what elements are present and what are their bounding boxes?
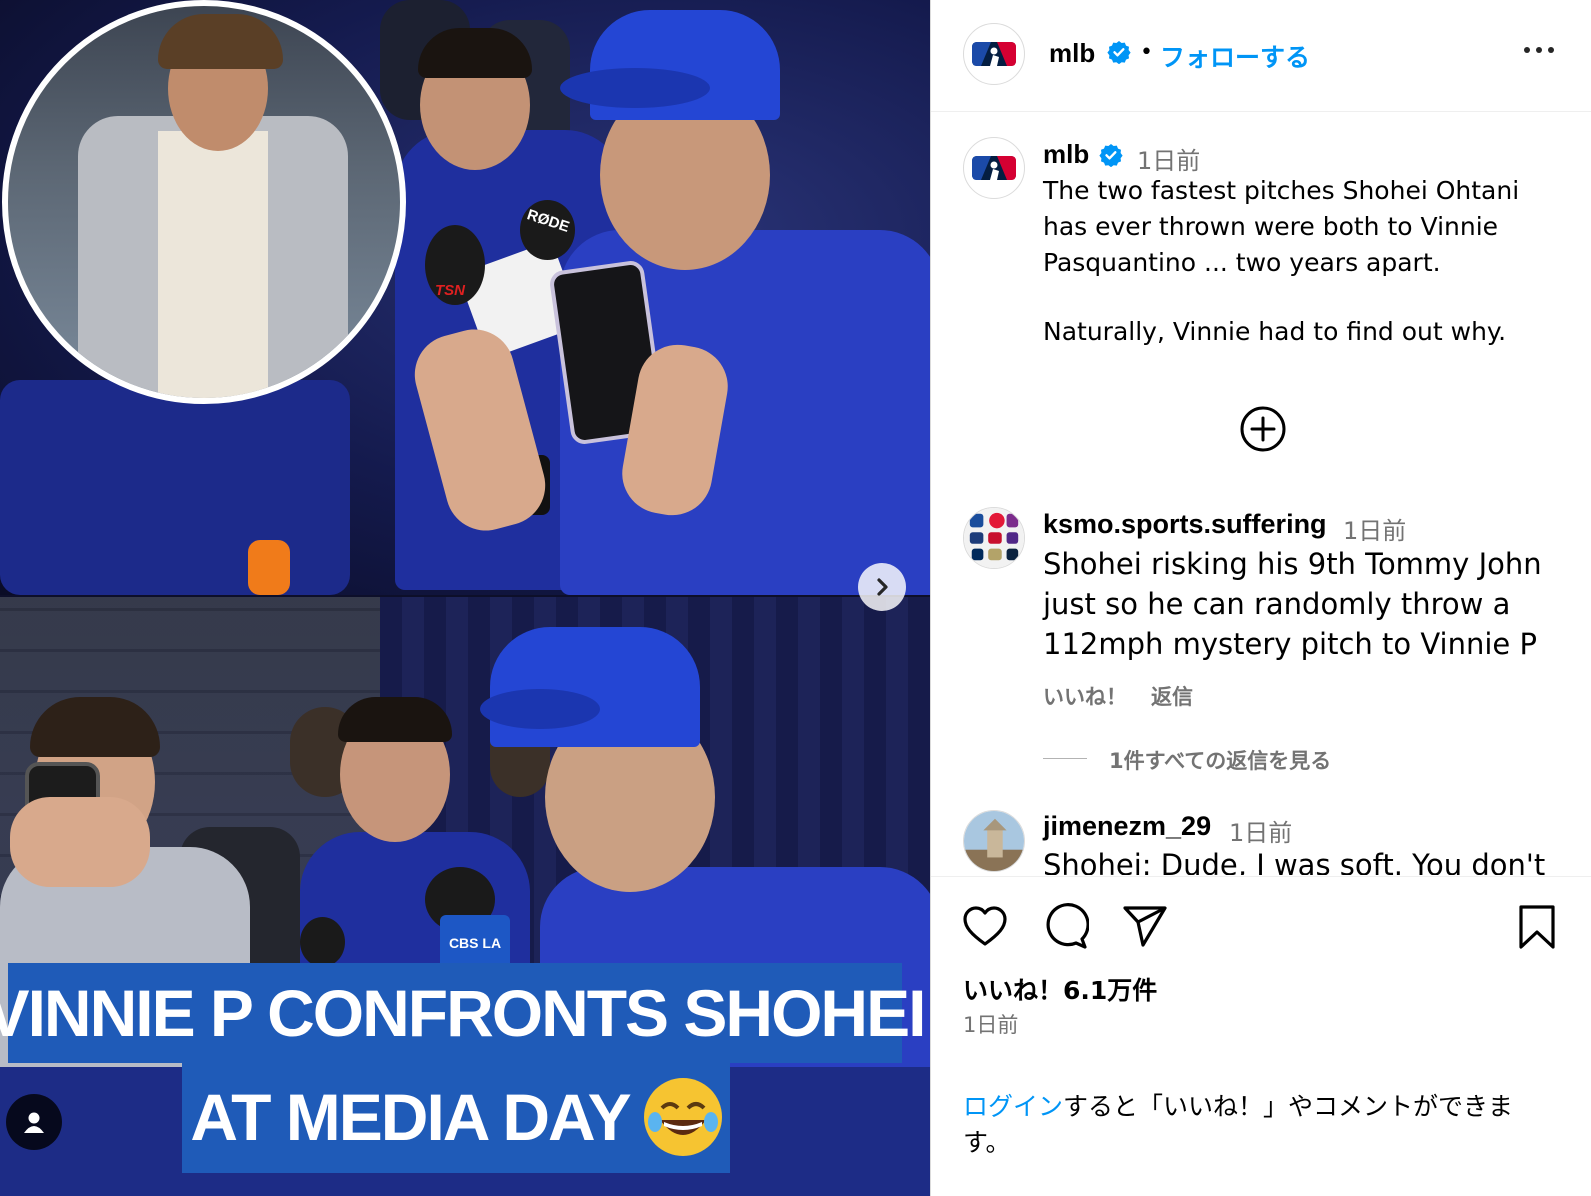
comment-text: Shohei risking his 9th Tommy John just s… [1043,547,1542,661]
user-tag-icon [24,1112,44,1133]
comment-username[interactable]: jimenezm_29 [1043,811,1211,842]
laughing-emoji-icon [643,1078,722,1156]
bookmark-icon[interactable] [1513,903,1561,951]
view-replies-button[interactable]: 1件すべての返信を見る [1109,745,1331,775]
author-avatar[interactable] [963,23,1025,85]
comment-avatar[interactable] [963,810,1025,872]
video-title-line-1: VINNIE P CONFRONTS SHOHEI [0,963,926,1063]
caption-time: 1日前 [1137,147,1201,175]
caption-text-1: The two fastest pitches Shohei Ohtani ha… [1043,176,1520,277]
mlb-logo-icon [972,156,1016,180]
verified-icon [1099,144,1123,167]
header-separator: • [1140,40,1153,65]
likes-count[interactable]: いいね！6.1万件 [963,971,1157,1007]
comment-reply-button[interactable]: 返信 [1151,681,1193,711]
mlb-logo-icon [972,42,1016,66]
comment-username[interactable]: ksmo.sports.suffering [1043,509,1327,540]
caption-author-username[interactable]: mlb [1043,139,1089,170]
more-options-icon[interactable] [1521,40,1557,60]
login-prompt: ログインすると「いいね！」やコメントができます。 [963,1089,1553,1161]
verified-icon [1107,41,1131,64]
mic-flag-cbs: CBS LA [440,915,510,970]
comment-time: 1日前 [1343,517,1407,545]
add-comment-icon[interactable] [1239,405,1287,453]
media-photo-top: SN RØDE TSN [0,0,940,595]
post-actions: いいね！6.1万件 1日前 ログインすると「いいね！」やコメントができます。 [931,876,1591,1196]
mic-flag-tsn: TSN [435,282,465,299]
video-title-line-1-text: VINNIE P CONFRONTS SHOHEI [0,976,926,1050]
comment-time: 1日前 [1229,819,1293,847]
comment-like-button[interactable]: いいね！ [1043,681,1127,711]
next-arrow-icon [877,578,888,596]
caption-text-2: Naturally, Vinnie had to find out why. [1043,317,1507,346]
replies-divider [1043,758,1087,759]
sentry-box-avatar-icon [964,811,1024,871]
team-logos-avatar-icon [964,508,1024,568]
video-title-line-2-text: AT MEDIA DAY [190,1080,631,1154]
follow-button[interactable]: フォローする [1160,38,1310,74]
post-side-panel: mlb • フォローする mlb 1日前 The two fastest pit… [930,0,1591,1196]
login-link[interactable]: ログイン [963,1092,1063,1121]
comment-avatar[interactable] [963,507,1025,569]
comments-scroll-area[interactable]: mlb 1日前 The two fastest pitches Shohei O… [931,113,1591,875]
video-title-line-2: AT MEDIA DAY [182,1061,730,1173]
author-username[interactable]: mlb [1049,38,1095,69]
post-date: 1日前 [963,1013,1019,1037]
comment-icon[interactable] [1041,903,1089,951]
share-icon[interactable] [1121,903,1169,951]
heart-icon[interactable] [961,903,1009,951]
post-header: mlb • フォローする [931,0,1591,112]
post-media-carousel[interactable]: SN RØDE TSN [0,0,940,1196]
comment-text: Shohei: Dude, I was soft. You don't [1043,848,1546,875]
carousel-next-button[interactable] [858,563,906,611]
caption-author-avatar[interactable] [963,137,1025,199]
inset-photo [2,0,406,404]
tagged-users-button[interactable] [6,1094,62,1150]
